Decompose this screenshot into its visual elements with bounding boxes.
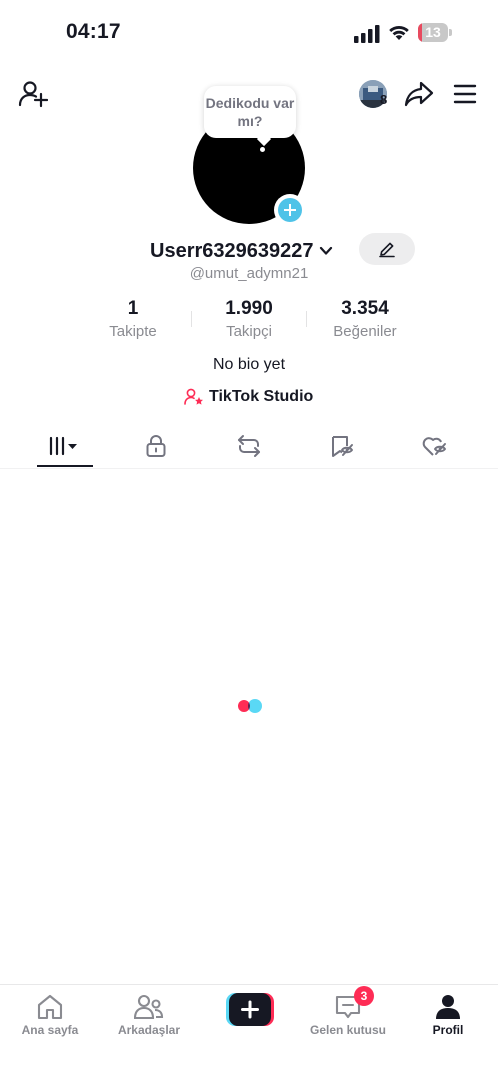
story-count-badge: 8: [380, 92, 388, 107]
note-bubble[interactable]: Dedikodu var mı?: [204, 86, 296, 147]
edit-profile-button[interactable]: [359, 233, 415, 265]
battery-indicator: 13: [418, 23, 454, 42]
home-icon: [37, 994, 63, 1020]
status-time: 04:17: [66, 20, 121, 43]
note-bubble-dot: [260, 147, 265, 152]
chevron-down-icon: [319, 246, 332, 255]
profile-tabs: [0, 424, 498, 468]
nav-home-label: Ana sayfa: [21, 1023, 79, 1037]
create-button[interactable]: [226, 993, 274, 1026]
nav-profile[interactable]: Profil: [398, 985, 498, 1045]
tab-private[interactable]: [128, 424, 184, 468]
creator-star-icon: [184, 388, 203, 405]
followers-label: Takipçi: [226, 323, 272, 340]
likes-label: Beğeniler: [333, 323, 397, 340]
following-label: Takipte: [109, 323, 157, 340]
likes-count: 3.354: [341, 298, 389, 319]
followers-count: 1.990: [225, 298, 273, 319]
cellular-signal-icon: [354, 25, 380, 43]
nav-profile-label: Profil: [432, 1023, 464, 1037]
stat-likes[interactable]: 3.354 Beğeniler: [305, 298, 425, 342]
share-icon[interactable]: [404, 80, 434, 108]
following-count: 1: [127, 298, 139, 319]
active-tab-indicator: [37, 465, 93, 467]
tabs-divider: [0, 468, 498, 469]
tab-reposts[interactable]: [221, 424, 277, 468]
tab-favorites[interactable]: [314, 424, 370, 468]
username: Userr6329639227: [150, 239, 314, 262]
battery-level: 13: [425, 24, 441, 40]
inbox-notification-badge: 3: [354, 986, 374, 1006]
stat-following[interactable]: 1 Takipte: [73, 298, 193, 342]
loading-indicator-cyan-dot: [248, 699, 262, 713]
avatar-add-button[interactable]: [274, 194, 306, 226]
tab-liked[interactable]: [407, 424, 463, 468]
tiktok-studio-label: TikTok Studio: [209, 388, 314, 405]
user-handle: @umut_adymn21: [189, 265, 309, 282]
nav-friends-label: Arkadaşlar: [117, 1023, 181, 1037]
bio-text[interactable]: No bio yet: [0, 356, 498, 374]
tab-videos[interactable]: [37, 424, 93, 468]
lock-icon: [146, 435, 166, 457]
friends-icon: [134, 994, 164, 1020]
stat-followers[interactable]: 1.990 Takipçi: [189, 298, 309, 342]
favorites-hidden-icon: [332, 436, 353, 457]
repost-icon: [238, 435, 260, 457]
pencil-icon: [379, 242, 395, 258]
username-switcher[interactable]: Userr6329639227: [150, 238, 334, 264]
nav-inbox[interactable]: Gelen kutusu: [298, 985, 398, 1045]
nav-inbox-label: Gelen kutusu: [309, 1023, 386, 1037]
nav-friends[interactable]: Arkadaşlar: [99, 985, 199, 1045]
menu-icon[interactable]: [453, 83, 477, 105]
profile-icon: [436, 995, 460, 1019]
liked-hidden-icon: [422, 437, 446, 456]
wifi-icon: [389, 25, 409, 40]
plus-icon: [278, 198, 302, 222]
note-bubble-text: Dedikodu var mı?: [205, 95, 295, 129]
nav-home[interactable]: Ana sayfa: [0, 985, 100, 1045]
add-friend-icon[interactable]: [18, 80, 48, 108]
tiktok-studio-link[interactable]: TikTok Studio: [184, 386, 313, 408]
videos-grid-icon: [49, 436, 77, 456]
